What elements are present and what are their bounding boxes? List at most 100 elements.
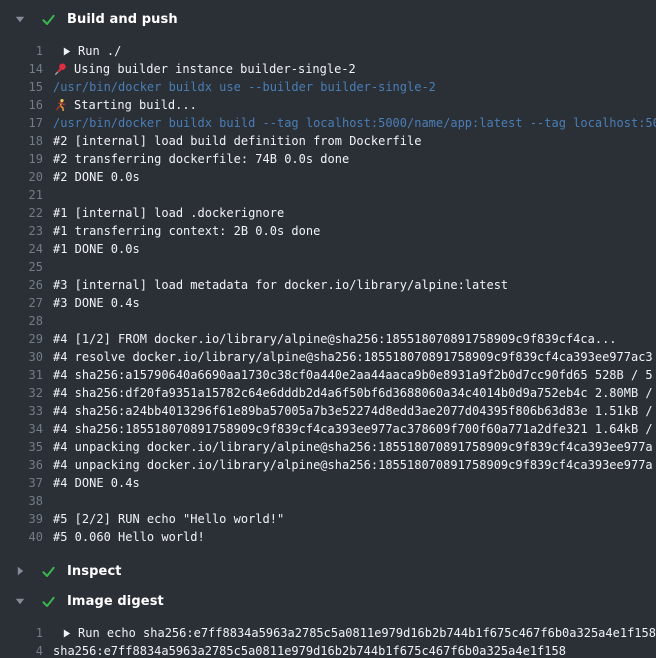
log-line-text: #1 transferring context: 2B 0.0s done bbox=[53, 222, 320, 240]
log-line-text: #2 [internal] load build definition from… bbox=[53, 132, 421, 150]
log-line-text-content: #2 [internal] load build definition from… bbox=[53, 132, 421, 150]
log-line: 20 #2 DONE 0.0s bbox=[0, 168, 656, 186]
log-line-number[interactable]: 37 bbox=[0, 474, 43, 492]
log-line-text-content: #3 DONE 0.4s bbox=[53, 294, 140, 312]
log-line-text: #5 [2/2] RUN echo "Hello world!" bbox=[53, 510, 284, 528]
log-line-text: #1 DONE 0.0s bbox=[53, 240, 140, 258]
log-line-text: #3 [internal] load metadata for docker.i… bbox=[53, 276, 508, 294]
log-line: 28 bbox=[0, 312, 656, 330]
log-line-text: #4 unpacking docker.io/library/alpine@sh… bbox=[53, 438, 653, 456]
log-line-number[interactable]: 31 bbox=[0, 366, 43, 384]
log-line-number[interactable]: 38 bbox=[0, 492, 43, 510]
log-line-number[interactable]: 30 bbox=[0, 348, 43, 366]
log-line-number[interactable]: 29 bbox=[0, 330, 43, 348]
log-line-number[interactable]: 32 bbox=[0, 384, 43, 402]
log-line-number[interactable]: 16 bbox=[0, 96, 43, 114]
log-line: 17 /usr/bin/docker buildx build --tag lo… bbox=[0, 114, 656, 132]
log-line-text: Run ./ bbox=[53, 42, 121, 60]
log-line-number[interactable]: 1 bbox=[0, 624, 43, 642]
log-line-text: #1 [internal] load .dockerignore bbox=[53, 204, 284, 222]
log-section: Image digest 1 Run echo sha256:e7ff8834a… bbox=[0, 590, 656, 658]
log-line-number[interactable]: 39 bbox=[0, 510, 43, 528]
log-line: 24 #1 DONE 0.0s bbox=[0, 240, 656, 258]
log-line-text: #4 DONE 0.4s bbox=[53, 474, 140, 492]
log-line: 39 #5 [2/2] RUN echo "Hello world!" bbox=[0, 510, 656, 528]
log-line-text-content: #5 [2/2] RUN echo "Hello world!" bbox=[53, 510, 284, 528]
log-line-number[interactable]: 17 bbox=[0, 114, 43, 132]
log-line: 18 #2 [internal] load build definition f… bbox=[0, 132, 656, 150]
log-line-text: #2 DONE 0.0s bbox=[53, 168, 140, 186]
log-line-text: #5 0.060 Hello world! bbox=[53, 528, 205, 546]
log-line: 38 bbox=[0, 492, 656, 510]
section-title: Inspect bbox=[67, 564, 122, 579]
log-line: 23 #1 transferring context: 2B 0.0s done bbox=[0, 222, 656, 240]
log-line: 21 bbox=[0, 186, 656, 204]
log-line-text: Using builder instance builder-single-2 bbox=[53, 60, 356, 78]
log-line-number[interactable]: 21 bbox=[0, 186, 43, 204]
log-line-text: #3 DONE 0.4s bbox=[53, 294, 140, 312]
log-line-text: #4 unpacking docker.io/library/alpine@sh… bbox=[53, 456, 653, 474]
chevron-right-icon[interactable] bbox=[15, 566, 25, 576]
log-line-number[interactable]: 28 bbox=[0, 312, 43, 330]
log-line-text: #4 sha256:a24bb4013296f61e89ba57005a7b3e… bbox=[53, 402, 653, 420]
log-line-number[interactable]: 4 bbox=[0, 642, 43, 658]
section-title: Image digest bbox=[67, 594, 164, 609]
log-line-number[interactable]: 22 bbox=[0, 204, 43, 222]
log-line-text: #4 sha256:a15790640a6690aa1730c38cf0a440… bbox=[53, 366, 653, 384]
log-line: 36 #4 unpacking docker.io/library/alpine… bbox=[0, 456, 656, 474]
log-line-number[interactable]: 19 bbox=[0, 150, 43, 168]
log-line: 30 #4 resolve docker.io/library/alpine@s… bbox=[0, 348, 656, 366]
log-line: 26 #3 [internal] load metadata for docke… bbox=[0, 276, 656, 294]
log-line-number[interactable]: 15 bbox=[0, 78, 43, 96]
expand-group-icon[interactable] bbox=[63, 629, 71, 638]
section-header[interactable]: Inspect bbox=[0, 560, 656, 582]
log-line-text-content: #5 0.060 Hello world! bbox=[53, 528, 205, 546]
log-line-number[interactable]: 14 bbox=[0, 60, 43, 78]
workflow-log-viewer: Build and push 1 Run ./ 14 Using builder… bbox=[0, 0, 656, 658]
section-header[interactable]: Build and push bbox=[0, 8, 656, 30]
expand-group-icon[interactable] bbox=[63, 47, 71, 56]
log-line-number[interactable]: 1 bbox=[0, 42, 43, 60]
log-line-number[interactable]: 25 bbox=[0, 258, 43, 276]
check-success-icon bbox=[41, 12, 56, 27]
chevron-down-icon[interactable] bbox=[15, 596, 25, 606]
log-line-text: /usr/bin/docker buildx build --tag local… bbox=[53, 114, 656, 132]
log-line-number[interactable]: 34 bbox=[0, 420, 43, 438]
check-success-icon bbox=[41, 564, 56, 579]
log-line-number[interactable]: 23 bbox=[0, 222, 43, 240]
log-line-text: #4 sha256:185518070891758909c9f839cf4ca3… bbox=[53, 420, 653, 438]
check-success-icon bbox=[41, 594, 56, 609]
log-line-number[interactable]: 20 bbox=[0, 168, 43, 186]
log-line: 29 #4 [1/2] FROM docker.io/library/alpin… bbox=[0, 330, 656, 348]
log-line-number[interactable]: 27 bbox=[0, 294, 43, 312]
log-line-text-content: #3 [internal] load metadata for docker.i… bbox=[53, 276, 508, 294]
log-line-number[interactable]: 35 bbox=[0, 438, 43, 456]
chevron-down-icon[interactable] bbox=[15, 14, 25, 24]
log-line-text-content: #4 sha256:a15790640a6690aa1730c38cf0a440… bbox=[53, 366, 653, 384]
log-line-text-content: #2 transferring dockerfile: 74B 0.0s don… bbox=[53, 150, 349, 168]
log-line-text: #4 [1/2] FROM docker.io/library/alpine@s… bbox=[53, 330, 617, 348]
log-line-text-content: #1 transferring context: 2B 0.0s done bbox=[53, 222, 320, 240]
log-line-text-content: #2 DONE 0.0s bbox=[53, 168, 140, 186]
log-line: 1 Run ./ bbox=[0, 42, 656, 60]
log-line-number[interactable]: 40 bbox=[0, 528, 43, 546]
log-line-text-content: #4 resolve docker.io/library/alpine@sha2… bbox=[53, 348, 653, 366]
log-line-text: Run echo sha256:e7ff8834a5963a2785c5a081… bbox=[53, 624, 656, 642]
log-line-text-content: #4 unpacking docker.io/library/alpine@sh… bbox=[53, 456, 653, 474]
log-line-text: /usr/bin/docker buildx use --builder bui… bbox=[53, 78, 436, 96]
log-line-number[interactable]: 18 bbox=[0, 132, 43, 150]
section-header[interactable]: Image digest bbox=[0, 590, 656, 612]
log-line-text-content: Starting build... bbox=[74, 96, 197, 114]
log-line-text-content: #4 DONE 0.4s bbox=[53, 474, 140, 492]
log-line-text: #4 sha256:df20fa9351a15782c64e6dddb2d4a6… bbox=[53, 384, 653, 402]
log-line-text: Starting build... bbox=[53, 96, 197, 114]
log-line: 16 Starting build... bbox=[0, 96, 656, 114]
log-line: 22 #1 [internal] load .dockerignore bbox=[0, 204, 656, 222]
log-line-text-content: #1 DONE 0.0s bbox=[53, 240, 140, 258]
log-line-number[interactable]: 24 bbox=[0, 240, 43, 258]
log-line-number[interactable]: 36 bbox=[0, 456, 43, 474]
log-line-text-content: sha256:e7ff8834a5963a2785c5a0811e979d16b… bbox=[53, 642, 566, 658]
log-line-number[interactable]: 33 bbox=[0, 402, 43, 420]
log-line: 19 #2 transferring dockerfile: 74B 0.0s … bbox=[0, 150, 656, 168]
log-line-number[interactable]: 26 bbox=[0, 276, 43, 294]
